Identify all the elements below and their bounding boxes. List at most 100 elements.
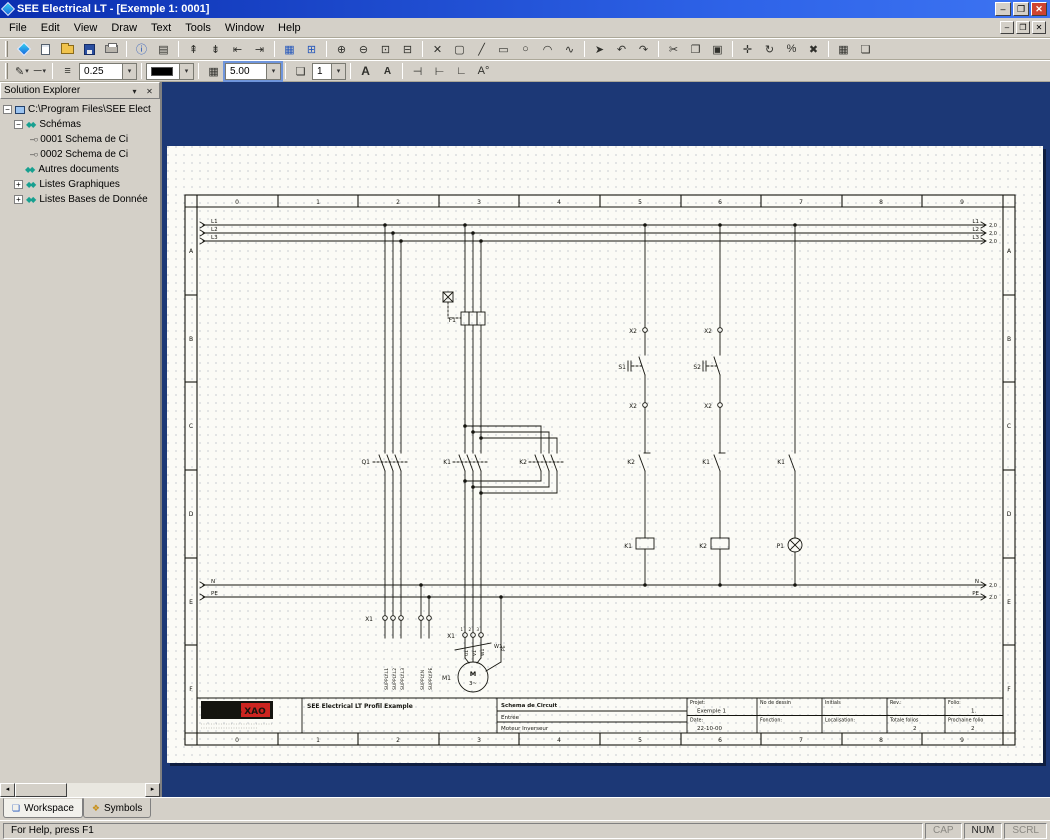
rotate-button[interactable]: ↻ [759,40,780,58]
minimize-button[interactable]: – [995,2,1011,16]
scrollbar-thumb[interactable] [15,783,67,797]
save-icon [84,44,95,55]
drawing-canvas[interactable]: 0 1 2 3 4 5 6 7 8 9 0 1 2 3 4 5 6 [162,82,1050,797]
collapse-icon[interactable]: − [3,105,12,114]
paste-button[interactable]: ▣ [707,40,728,58]
tab-workspace[interactable]: ❏ Workspace [3,798,83,818]
restore-button[interactable]: ❐ [1013,2,1029,16]
text-angle-button[interactable]: A° [473,62,494,80]
align-right-button[interactable]: ⊢ [429,62,450,80]
angle-button[interactable]: ∟ [451,62,472,80]
tab-symbols[interactable]: ❖ Symbols [83,798,151,818]
save-button[interactable] [79,40,100,58]
menu-draw[interactable]: Draw [104,20,144,36]
tree-item-schemas[interactable]: − ◆◆ Schémas [0,117,160,132]
open-button[interactable] [57,40,78,58]
scroll-left-button[interactable]: ◂ [0,783,15,797]
expand-icon[interactable]: + [14,180,23,189]
zoom-window-button[interactable]: ⊡ [375,40,396,58]
tree-item-listes-graphiques[interactable]: + ◆◆ Listes Graphiques [0,177,160,192]
color-combo[interactable]: ▾ [146,63,194,80]
line-width-button[interactable]: ≡ [57,62,78,80]
rotate-icon: ↻ [765,43,774,56]
panel-close-button[interactable]: ✕ [143,85,156,97]
tree-item-autres[interactable]: ◆◆ Autres documents [0,162,160,177]
chevron-down-icon[interactable]: ▾ [331,64,345,79]
font-increase-button[interactable]: A [355,62,376,80]
menu-file[interactable]: File [2,20,34,36]
scale-button[interactable]: % [781,40,802,58]
line-width-combo[interactable]: 0.25 ▾ [79,63,137,80]
previous-folio-button[interactable]: ⇞ [183,40,204,58]
pointer-button[interactable]: ➤ [589,40,610,58]
database-grid-button[interactable]: ▦ [279,40,300,58]
chevron-down-icon[interactable]: ▾ [266,64,280,79]
erase-button[interactable]: ✖ [803,40,824,58]
grid-button[interactable]: ▦ [203,62,224,80]
delete-button[interactable]: ✕ [427,40,448,58]
last-folio-button[interactable]: ⇥ [249,40,270,58]
scrollbar-track[interactable] [15,783,145,797]
new-window-button[interactable]: ❏ [855,40,876,58]
tree-item-folio-0002[interactable]: –○ 0002 Schema de Ci [0,147,160,162]
doc-close-button[interactable]: ✕ [1032,21,1046,34]
new-document-button[interactable] [35,40,56,58]
horizontal-scrollbar[interactable]: ◂ ▸ [0,782,160,797]
schematic-page[interactable]: 0 1 2 3 4 5 6 7 8 9 0 1 2 3 4 5 6 [167,146,1043,763]
tree-item-root[interactable]: − C:\Program Files\SEE Elect [0,102,160,117]
menu-text[interactable]: Text [144,20,178,36]
grid-size-combo[interactable]: 5.00 ▾ [225,63,281,80]
menu-view[interactable]: View [67,20,105,36]
align-left-button[interactable]: ⊣ [407,62,428,80]
copy-button[interactable]: ❐ [685,40,706,58]
layer-button[interactable]: ❏ [290,62,311,80]
tree-item-folio-0001[interactable]: –○ 0001 Schema de Ci [0,132,160,147]
undo-button[interactable]: ↶ [611,40,632,58]
menu-tools[interactable]: Tools [178,20,218,36]
draw-curve-button[interactable]: ∿ [559,40,580,58]
line-icon: ╱ [478,43,485,56]
first-folio-button[interactable]: ⇤ [227,40,248,58]
folio-list-button[interactable]: ▤ [153,40,174,58]
pen-style-dropdown[interactable]: ✎ ▾ [13,62,31,80]
selection-button[interactable]: ▢ [449,40,470,58]
doc-minimize-button[interactable]: – [1000,21,1014,34]
menu-help[interactable]: Help [271,20,308,36]
grid-table-button[interactable]: ▦ [833,40,854,58]
column-label: 4 [557,737,561,744]
chevron-down-icon[interactable]: ▾ [179,64,193,79]
draw-line-button[interactable]: ╱ [471,40,492,58]
expand-icon[interactable]: + [14,195,23,204]
font-decrease-button[interactable]: A [377,62,398,80]
info-button[interactable]: ⓘ [131,40,152,58]
cut-button[interactable]: ✂ [663,40,684,58]
scroll-right-button[interactable]: ▸ [145,783,160,797]
close-button[interactable]: ✕ [1031,2,1047,16]
collapse-icon[interactable]: − [14,120,23,129]
print-button[interactable] [101,40,122,58]
zoom-out-button[interactable]: ⊖ [353,40,374,58]
chevron-down-icon[interactable]: ▾ [122,64,136,79]
next-folio-button[interactable]: ⇟ [205,40,226,58]
menu-edit[interactable]: Edit [34,20,67,36]
zoom-all-button[interactable]: ⊟ [397,40,418,58]
panel-menu-button[interactable]: ▾ [128,85,141,97]
doc-restore-button[interactable]: ❐ [1016,21,1030,34]
draw-arc-button[interactable]: ◠ [537,40,558,58]
line-style-icon: ─ [34,65,42,77]
layer-combo[interactable]: 1 ▾ [312,63,346,80]
line-style-dropdown[interactable]: ─ ▾ [32,62,48,80]
zoom-in-button[interactable]: ⊕ [331,40,352,58]
draw-rectangle-button[interactable]: ▭ [493,40,514,58]
toolbar-grip2[interactable] [5,63,8,79]
toolbar-grip[interactable] [5,41,8,57]
draw-circle-button[interactable]: ○ [515,40,536,58]
workspace-button[interactable] [13,40,34,58]
menu-window[interactable]: Window [218,20,271,36]
translate-button[interactable]: ⊞ [301,40,322,58]
redo-button[interactable]: ↷ [633,40,654,58]
tree-item-listes-bases[interactable]: + ◆◆ Listes Bases de Donnée [0,192,160,207]
print-icon [105,45,118,53]
move-button[interactable]: ✛ [737,40,758,58]
column-label: 2 [396,737,400,744]
